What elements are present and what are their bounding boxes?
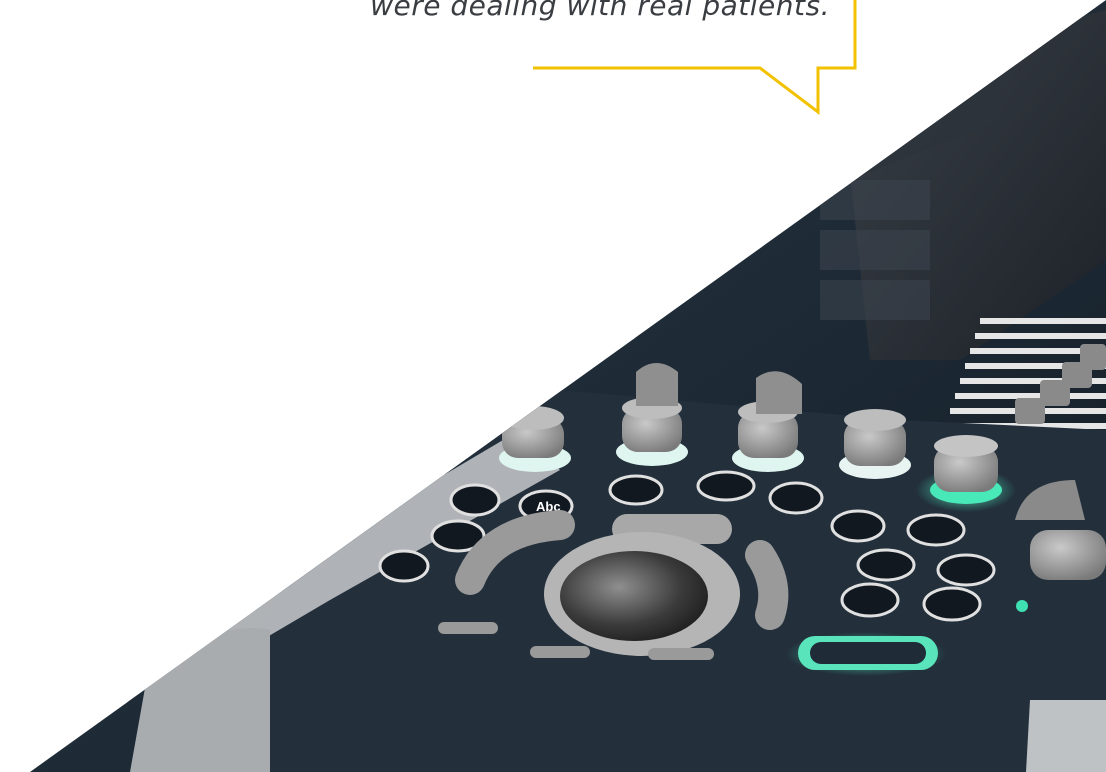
round-button[interactable]	[608, 474, 664, 506]
knob-pw[interactable]	[499, 406, 571, 472]
round-button[interactable]	[922, 586, 982, 622]
round-button[interactable]	[840, 582, 900, 618]
console-photo: Abc	[30, 0, 1106, 772]
ultrasound-photo-panel: were dealing with real patients. Abc	[0, 0, 1106, 772]
glowing-bar-button[interactable]	[786, 632, 946, 676]
knob-4[interactable]	[839, 409, 911, 479]
ultrasound-console-illustration: Abc	[30, 0, 1106, 772]
round-button[interactable]	[936, 553, 996, 587]
round-button[interactable]	[378, 549, 430, 583]
round-button[interactable]	[696, 470, 756, 502]
round-button[interactable]	[768, 481, 824, 515]
speech-bubble-outline	[533, 0, 857, 116]
round-button[interactable]	[830, 509, 886, 543]
round-button[interactable]	[906, 513, 966, 547]
round-button[interactable]	[856, 548, 916, 582]
round-button[interactable]	[449, 483, 501, 517]
status-led	[1016, 600, 1028, 612]
